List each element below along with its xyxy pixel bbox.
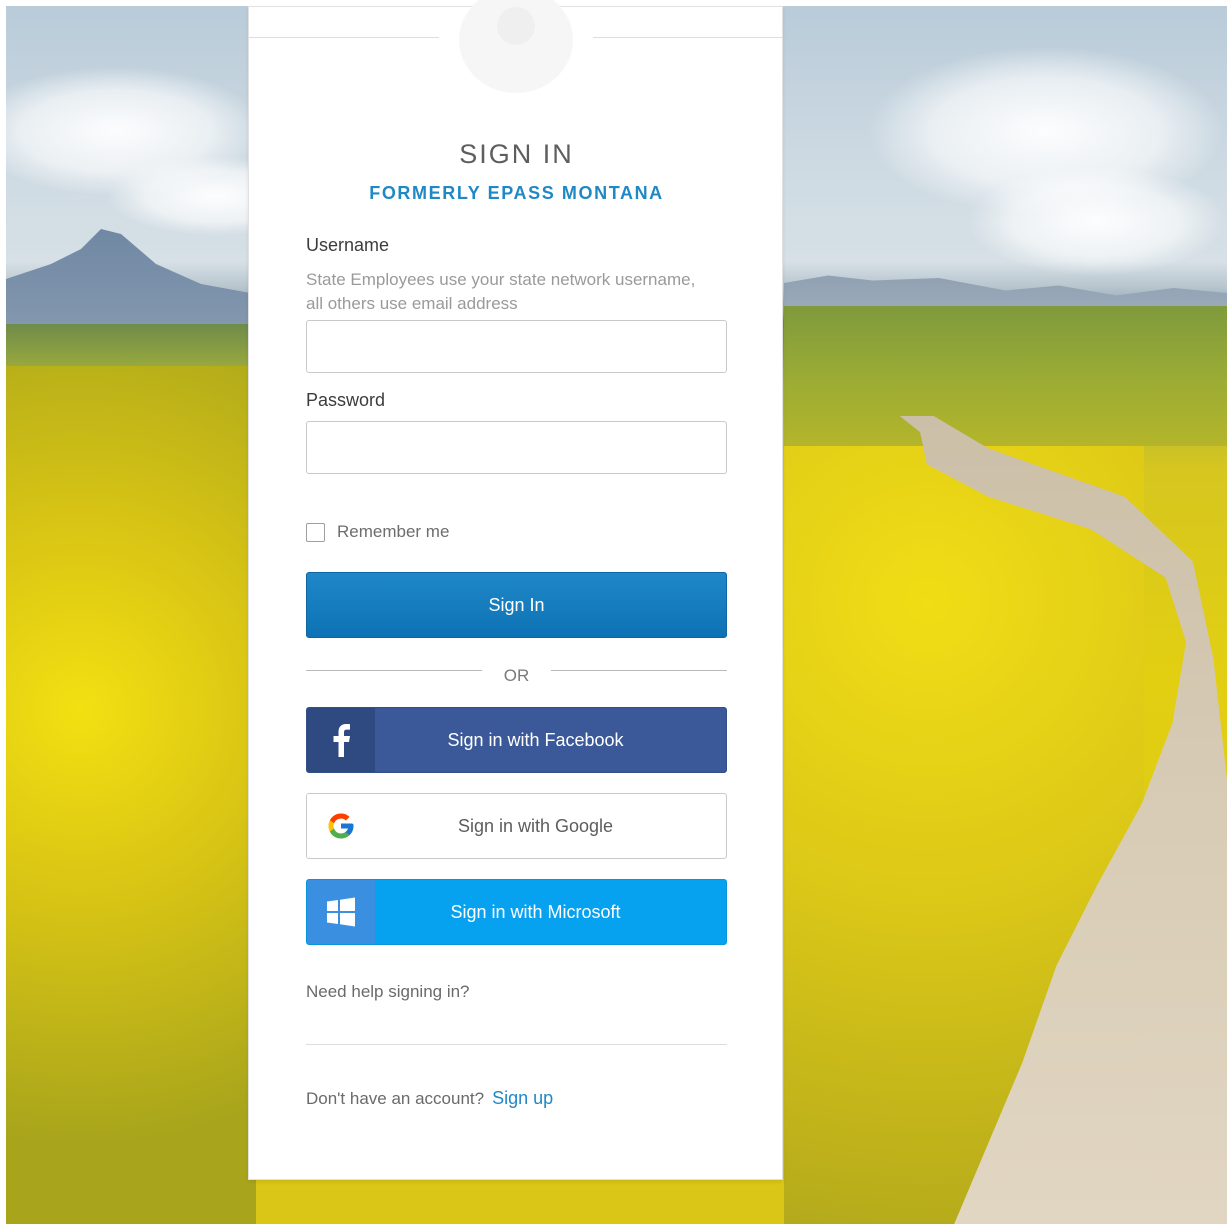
sign-in-button[interactable]: Sign In [306, 572, 727, 638]
mountain-left [6, 229, 256, 324]
signup-prompt: Don't have an account? Sign up [306, 1088, 553, 1109]
username-input[interactable] [306, 320, 727, 373]
sign-in-card: SIGN IN FORMERLY EPASS MONTANA Username … [248, 0, 783, 1180]
card-top-line-left [249, 37, 439, 38]
google-icon [307, 794, 375, 858]
google-sign-in-button[interactable]: Sign in with Google [306, 793, 727, 859]
facebook-button-label: Sign in with Facebook [447, 729, 624, 750]
or-text: OR [503, 666, 530, 685]
google-button-label: Sign in with Google [457, 815, 614, 836]
card-top-line-right [593, 37, 783, 38]
remember-me[interactable]: Remember me [306, 522, 449, 542]
grass-field [784, 306, 1227, 446]
cloud [966, 166, 1226, 276]
facebook-sign-in-button[interactable]: Sign in with Facebook [306, 707, 727, 773]
facebook-icon [307, 708, 375, 772]
remember-me-label: Remember me [337, 522, 450, 541]
page-subtitle: FORMERLY EPASS MONTANA [369, 183, 664, 203]
avatar-head [497, 7, 535, 45]
username-label: Username [306, 235, 390, 255]
password-label: Password [306, 390, 386, 410]
footer-divider [306, 1044, 727, 1045]
password-input[interactable] [306, 421, 727, 474]
help-link[interactable]: Need help signing in? [306, 982, 470, 1002]
username-hint: State Employees use your state network u… [306, 270, 696, 313]
no-account-text: Don't have an account? [306, 1089, 485, 1108]
flower-field-left [6, 366, 256, 1224]
microsoft-sign-in-button[interactable]: Sign in with Microsoft [306, 879, 727, 945]
signup-link[interactable]: Sign up [492, 1088, 553, 1108]
remember-me-checkbox[interactable] [306, 522, 325, 542]
page-title: SIGN IN [459, 139, 574, 169]
microsoft-button-label: Sign in with Microsoft [450, 901, 621, 922]
user-avatar-icon [459, 0, 573, 93]
windows-icon [307, 880, 375, 944]
